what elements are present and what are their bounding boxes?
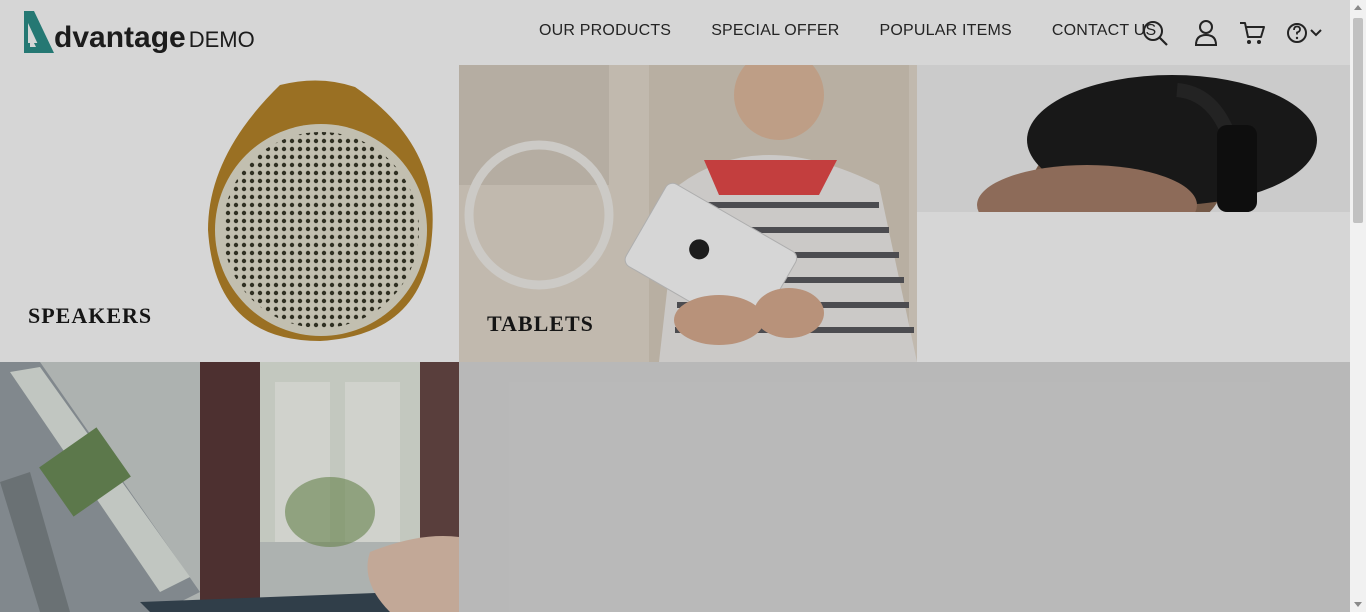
category-headphones[interactable] (917, 65, 1350, 212)
page-scrollbar[interactable] (1350, 0, 1366, 612)
nav-our-products[interactable]: OUR PRODUCTS (539, 22, 671, 40)
nav-popular-items[interactable]: POPULAR ITEMS (879, 22, 1011, 40)
category-speakers[interactable]: SPEAKERS (0, 65, 459, 362)
search-icon[interactable] (1141, 19, 1169, 47)
scroll-down-arrow-icon[interactable] (1354, 602, 1362, 607)
laptop-image (0, 362, 459, 612)
scroll-up-arrow-icon[interactable] (1354, 5, 1362, 10)
headphones-image (917, 65, 1350, 212)
user-icon[interactable] (1192, 19, 1220, 47)
cart-icon[interactable] (1238, 19, 1266, 47)
tablets-label: TABLETS (487, 311, 594, 336)
scroll-thumb[interactable] (1353, 18, 1363, 223)
logo-text: dvantage DEMO (54, 21, 255, 55)
logo-suffix: DEMO (188, 27, 255, 52)
speakers-label: SPEAKERS (28, 303, 153, 328)
headphones-tile-blank (917, 212, 1350, 362)
category-tablets[interactable]: TABLETS (459, 65, 917, 362)
category-laptops[interactable] (0, 362, 459, 612)
logo-mark-icon (24, 11, 54, 53)
chevron-down-icon[interactable] (1309, 19, 1323, 47)
site-header: dvantage DEMO OUR PRODUCTS SPECIAL OFFER … (0, 0, 1350, 65)
main-nav: OUR PRODUCTS SPECIAL OFFER POPULAR ITEMS… (539, 22, 1196, 40)
logo-brand: dvantage (54, 21, 186, 54)
nav-special-offer[interactable]: SPECIAL OFFER (711, 22, 839, 40)
